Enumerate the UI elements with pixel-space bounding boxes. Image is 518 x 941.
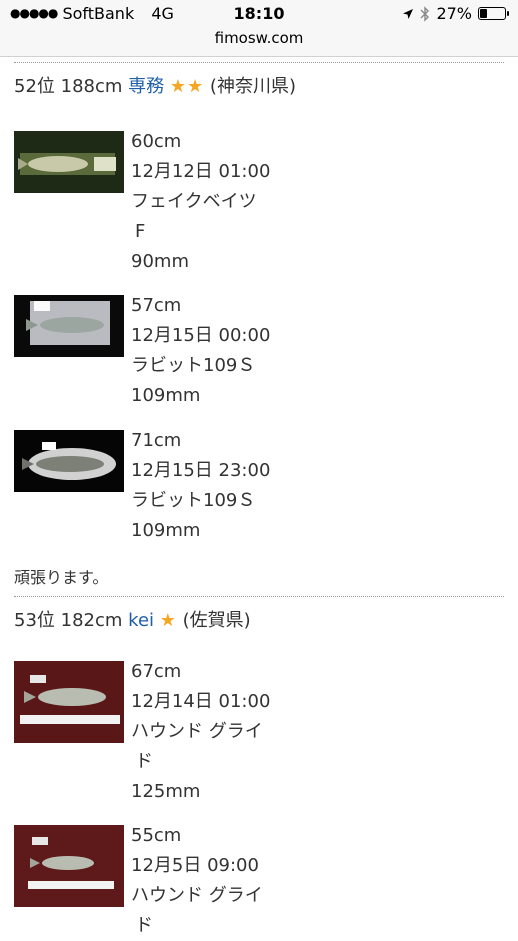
fish-photo[interactable] [14, 430, 124, 492]
fish-photo[interactable] [14, 661, 124, 743]
user-link[interactable]: 専務 [128, 76, 164, 97]
angler-comment: 頑張ります。 [14, 568, 109, 587]
total-length: 182cm [60, 610, 123, 631]
fish-photo[interactable] [14, 295, 124, 357]
fish-photo[interactable] [14, 825, 124, 907]
lure-size: 90mm [131, 251, 189, 272]
catch-item: 71cm 12月15日 23:00 ラビット109Ｓ 109mm [0, 411, 518, 546]
catch-size: 55cm [131, 825, 182, 846]
lure-name: ラビット109Ｓ [131, 355, 256, 376]
ranking-header: 53位 182cm kei ★ (佐賀県) [0, 597, 518, 645]
url-bar[interactable]: fimosw.com [0, 29, 518, 47]
catch-size: 57cm [131, 295, 182, 316]
catch-item: 67cm 12月14日 01:00 ハウンド グライ ド 125mm [0, 645, 518, 807]
catch-size: 67cm [131, 661, 182, 682]
rating-stars: ★ [159, 610, 177, 631]
lure-name: フェイクベイツ [131, 191, 257, 212]
lure-name-cont: F [135, 221, 146, 242]
lure-size: 125mm [131, 781, 201, 802]
region: (佐賀県) [182, 610, 251, 631]
lure-name-cont: ド [135, 915, 153, 936]
ranking-header: 52位 188cm 専務 ★★ (神奈川県) [0, 63, 518, 111]
lure-size: 109mm [131, 385, 201, 406]
bluetooth-icon [420, 5, 430, 22]
catch-datetime: 12月14日 01:00 [131, 691, 271, 712]
lure-name: ラビット109Ｓ [131, 490, 256, 511]
rank: 52位 [14, 76, 55, 97]
rank: 53位 [14, 610, 55, 631]
lure-name: ハウンド グライ [131, 885, 263, 906]
fish-photo-image [14, 131, 124, 193]
catch-size: 60cm [131, 131, 182, 152]
rating-stars: ★★ [169, 76, 205, 97]
location-arrow-icon [403, 8, 414, 19]
catch-datetime: 12月15日 23:00 [131, 460, 271, 481]
catch-datetime: 12月12日 01:00 [131, 161, 271, 182]
battery-percent: 27% [436, 4, 472, 23]
catch-datetime: 12月15日 00:00 [131, 325, 271, 346]
lure-size: 109mm [131, 520, 201, 541]
region: (神奈川県) [209, 76, 296, 97]
catch-datetime: 12月5日 09:00 [131, 855, 259, 876]
fish-photo-image [14, 825, 124, 907]
catch-item: 60cm 12月12日 01:00 フェイクベイツ F 90mm [0, 111, 518, 277]
catch-size: 71cm [131, 430, 182, 451]
lure-name-cont: ド [135, 751, 153, 772]
user-link[interactable]: kei [128, 610, 154, 631]
status-bar: ●●●●● SoftBank 4G 18:10 27% fimosw.com [0, 0, 518, 57]
fish-photo[interactable] [14, 131, 124, 193]
fish-photo-image [14, 430, 124, 492]
lure-name: ハウンド グライ [131, 721, 263, 742]
fish-photo-image [14, 295, 124, 357]
ranking-list: 52位 188cm 専務 ★★ (神奈川県) 60cm 12月12日 01:00… [0, 56, 518, 941]
total-length: 188cm [60, 76, 123, 97]
battery-icon [478, 7, 509, 20]
fish-photo-image [14, 661, 124, 743]
catch-item: 57cm 12月15日 00:00 ラビット109Ｓ 109mm [0, 277, 518, 411]
